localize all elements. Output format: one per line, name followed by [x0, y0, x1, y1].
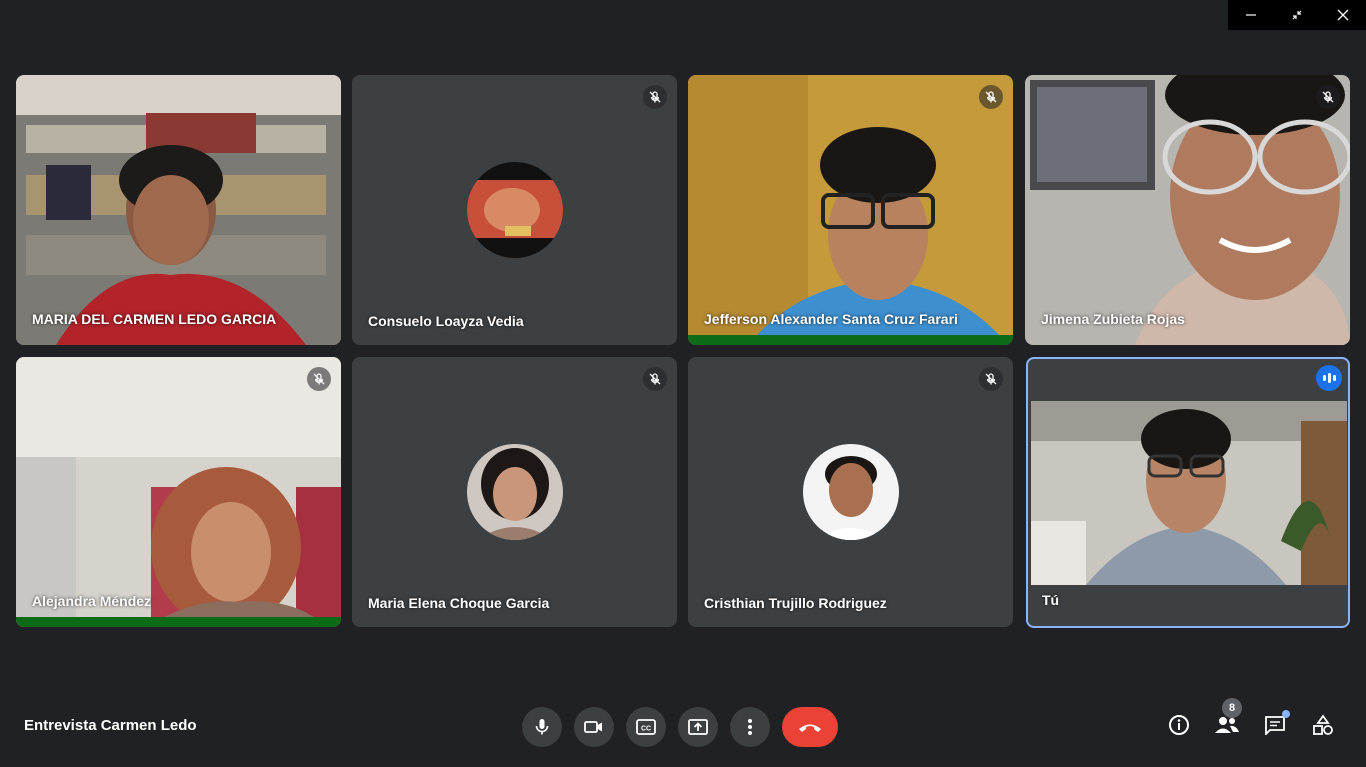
end-call-button[interactable]	[782, 707, 838, 747]
participant-tile[interactable]: Maria Elena Choque Garcia	[352, 357, 677, 627]
end-call-icon	[799, 724, 821, 732]
mic-icon	[535, 719, 549, 735]
active-speaker-bar	[16, 617, 341, 627]
participant-video	[1025, 75, 1350, 345]
participant-tile[interactable]: Jefferson Alexander Santa Cruz Farari	[688, 75, 1013, 345]
svg-text:CC: CC	[641, 726, 651, 733]
window-controls	[1228, 0, 1366, 30]
meeting-info-button[interactable]	[1166, 712, 1192, 738]
present-icon	[688, 719, 708, 735]
close-button[interactable]	[1320, 0, 1366, 30]
mic-off-icon	[649, 373, 661, 385]
restore-icon	[1292, 10, 1302, 20]
participants-button[interactable]: 8	[1214, 698, 1242, 738]
meeting-title: Entrevista Carmen Ledo	[24, 717, 197, 734]
mic-off-icon	[313, 373, 325, 385]
close-icon	[1337, 9, 1349, 21]
mic-off-icon	[1322, 91, 1334, 103]
self-video	[1031, 401, 1347, 585]
present-button[interactable]	[678, 707, 718, 747]
self-tile[interactable]: Tú	[1026, 357, 1350, 628]
microphone-button[interactable]	[522, 707, 562, 747]
more-options-button[interactable]	[730, 707, 770, 747]
captions-icon: CC	[636, 719, 656, 735]
mic-off-icon	[985, 373, 997, 385]
participant-tile[interactable]: Cristhian Trujillo Rodriguez	[688, 357, 1013, 627]
muted-indicator	[979, 85, 1003, 109]
new-message-dot	[1282, 710, 1290, 718]
participant-tile[interactable]: MARIA DEL CARMEN LEDO GARCIA	[16, 75, 341, 345]
captions-button[interactable]: CC	[626, 707, 666, 747]
restore-button[interactable]	[1274, 0, 1320, 30]
more-icon	[748, 719, 752, 735]
participant-name: Alejandra Méndez	[32, 593, 152, 609]
avatar	[802, 444, 899, 540]
minimize-icon	[1246, 14, 1256, 16]
participant-video	[688, 75, 1013, 345]
participant-name: Maria Elena Choque Garcia	[368, 595, 550, 611]
participant-tile[interactable]: Jimena Zubieta Rojas	[1025, 75, 1350, 345]
activities-button[interactable]	[1310, 712, 1336, 738]
avatar	[466, 444, 563, 540]
camera-button[interactable]	[574, 707, 614, 747]
participant-tile[interactable]: Consuelo Loayza Vedia	[352, 75, 677, 345]
speaking-indicator	[1316, 365, 1342, 391]
info-icon	[1169, 715, 1189, 735]
muted-indicator	[1316, 85, 1340, 109]
participant-video	[16, 357, 341, 627]
muted-indicator	[307, 367, 331, 391]
side-panel-controls: 8	[1166, 698, 1336, 738]
chat-icon	[1265, 716, 1285, 735]
people-icon	[1215, 717, 1239, 733]
muted-indicator	[979, 367, 1003, 391]
participant-name: Jefferson Alexander Santa Cruz Farari	[704, 311, 958, 327]
camera-icon	[584, 721, 602, 733]
participant-tile[interactable]: Alejandra Méndez	[16, 357, 341, 627]
participant-name: Jimena Zubieta Rojas	[1041, 311, 1185, 327]
mic-off-icon	[649, 91, 661, 103]
muted-indicator	[643, 367, 667, 391]
participant-count-badge: 8	[1222, 698, 1242, 718]
participant-name: Consuelo Loayza Vedia	[368, 313, 524, 329]
activities-icon	[1313, 714, 1333, 735]
call-controls: CC	[522, 707, 838, 747]
participant-video	[16, 75, 341, 345]
active-speaker-bar	[688, 335, 1013, 345]
participant-name: MARIA DEL CARMEN LEDO GARCIA	[32, 311, 277, 327]
avatar	[466, 162, 563, 258]
muted-indicator	[643, 85, 667, 109]
participant-name: Cristhian Trujillo Rodriguez	[704, 595, 887, 611]
mic-off-icon	[985, 91, 997, 103]
self-name: Tú	[1042, 592, 1060, 608]
minimize-button[interactable]	[1228, 0, 1274, 30]
chat-button[interactable]	[1262, 710, 1290, 738]
